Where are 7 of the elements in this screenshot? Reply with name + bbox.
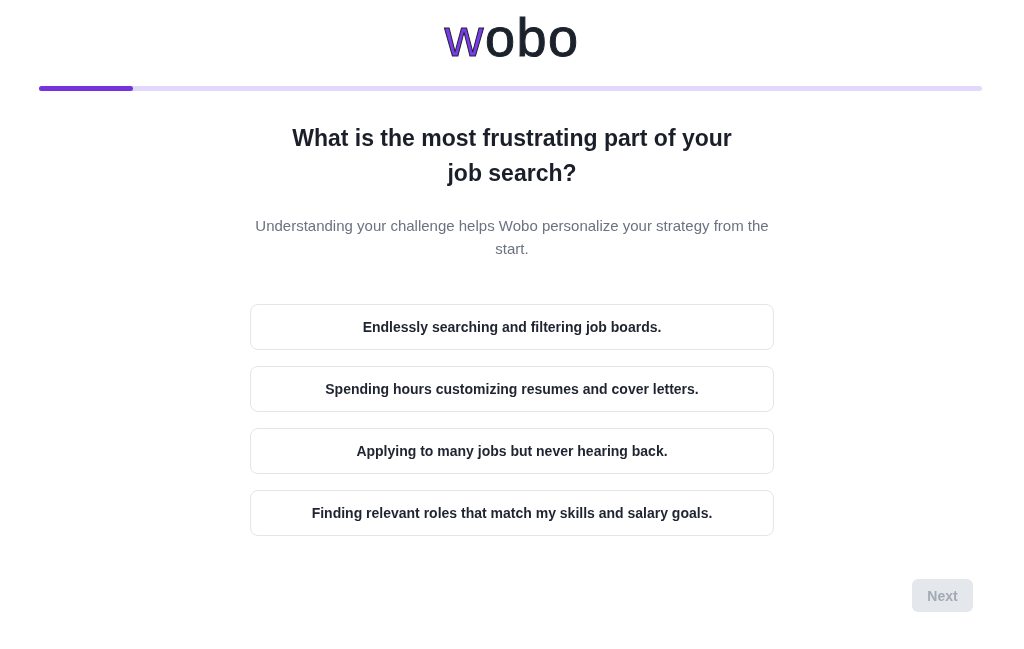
answer-option[interactable]: Finding relevant roles that match my skills and salary goals.: [250, 490, 774, 536]
answer-option[interactable]: Applying to many jobs but never hearing back.: [250, 428, 774, 474]
answer-option[interactable]: Endlessly searching and filtering job boards.: [250, 304, 774, 350]
wobo-logo: wobo: [444, 6, 580, 68]
answer-option[interactable]: Spending hours customizing resumes and cover letters.: [250, 366, 774, 412]
question-subtitle: Understanding your challenge helps Wobo personalize your strategy from the start.: [254, 216, 770, 259]
question-title: What is the most frustrating part of your job search?: [291, 124, 733, 188]
